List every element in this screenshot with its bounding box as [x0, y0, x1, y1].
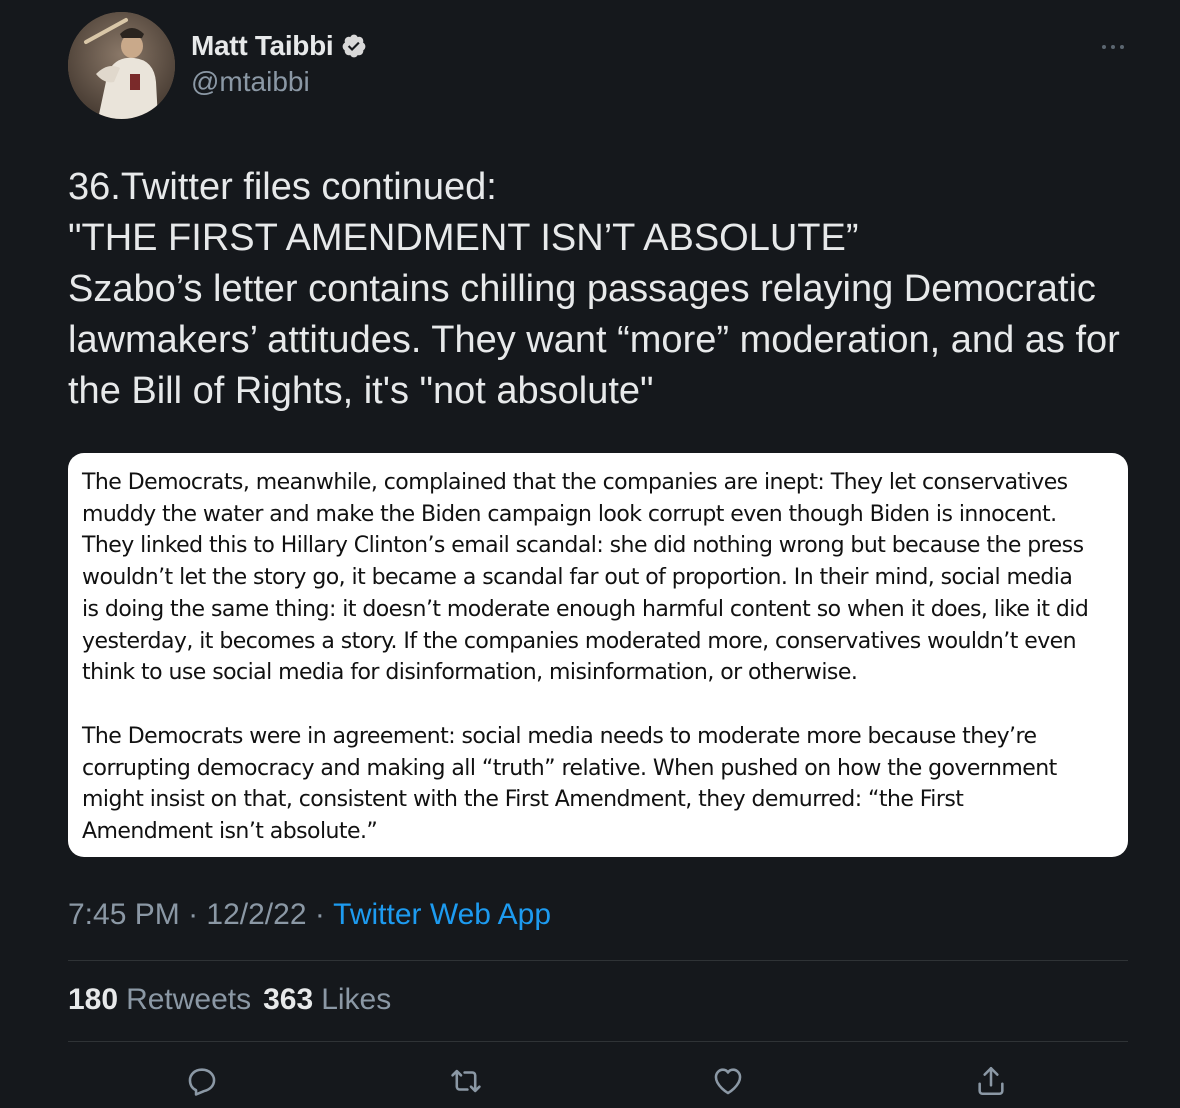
tweet-time[interactable]: 7:45 PM: [68, 898, 180, 932]
heart-icon[interactable]: [711, 1064, 745, 1098]
more-dots-icon[interactable]: [1100, 40, 1126, 54]
avatar[interactable]: [68, 12, 175, 119]
share-icon[interactable]: [974, 1064, 1008, 1098]
likes-count: 363: [263, 983, 314, 1016]
retweet-icon[interactable]: [449, 1064, 483, 1098]
author-name-row[interactable]: Matt Taibbi: [191, 30, 367, 62]
tweet-stats: 180 Retweets 363 Likes: [68, 983, 391, 1017]
likes-stat[interactable]: 363 Likes: [263, 983, 391, 1017]
retweets-label: Retweets: [126, 983, 252, 1016]
tweet-meta: 7:45 PM · 12/2/22 · Twitter Web App: [68, 898, 551, 932]
tweet-source-link[interactable]: Twitter Web App: [333, 898, 551, 932]
image-paragraph-2: The Democrats were in agreement: social …: [82, 723, 1057, 845]
tweet-text: 36.Twitter files continued: "THE FIRST A…: [68, 166, 1120, 412]
reply-icon[interactable]: [185, 1064, 219, 1098]
attached-image[interactable]: The Democrats, meanwhile, complained tha…: [68, 453, 1128, 857]
retweets-count: 180: [68, 983, 119, 1016]
retweets-stat[interactable]: 180 Retweets: [68, 983, 251, 1017]
image-paragraph-1: The Democrats, meanwhile, complained tha…: [82, 470, 1089, 686]
meta-separator: ·: [306, 898, 334, 931]
verified-badge-icon: [341, 33, 367, 59]
divider: [68, 960, 1128, 961]
divider: [68, 1041, 1128, 1042]
avatar-image: [68, 12, 175, 119]
author-handle[interactable]: @mtaibbi: [191, 66, 310, 98]
tweet-date[interactable]: 12/2/22: [206, 898, 306, 932]
author-display-name[interactable]: Matt Taibbi: [191, 30, 334, 62]
meta-separator: ·: [179, 898, 207, 931]
likes-label: Likes: [321, 983, 392, 1016]
